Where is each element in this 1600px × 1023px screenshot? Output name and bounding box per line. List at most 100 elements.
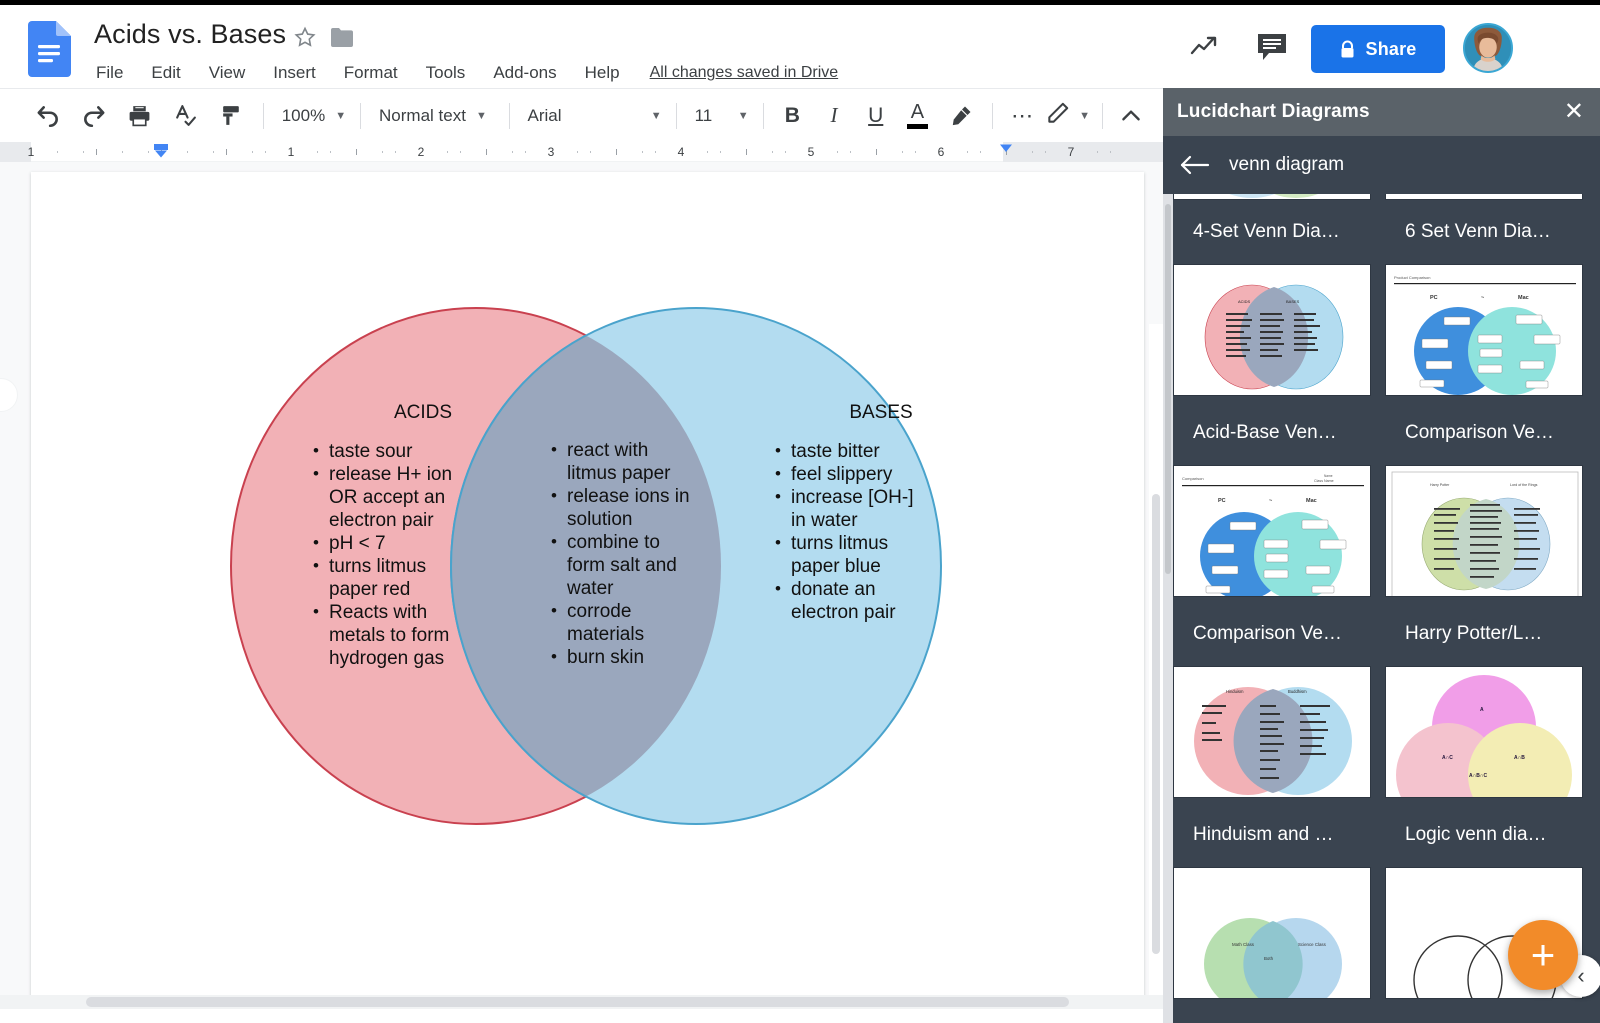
edit-mode-select[interactable]: ▼: [1045, 100, 1090, 131]
list-item: release ions in solution: [549, 484, 697, 531]
template-card[interactable]: Harry Potter Lord of the Rings Harry Pot…: [1385, 465, 1583, 670]
scrollbar-thumb[interactable]: [1165, 204, 1171, 574]
text-color-button[interactable]: A: [902, 99, 934, 133]
move-to-folder-icon[interactable]: [330, 27, 354, 48]
close-icon[interactable]: ✕: [1564, 100, 1584, 124]
lucidchart-panel: Lucidchart Diagrams ✕ venn diagram 4-Set…: [1163, 88, 1600, 1023]
more-options-button[interactable]: ⋯: [1011, 103, 1035, 129]
redo-icon[interactable]: [80, 101, 108, 131]
svg-text:BASES: BASES: [1286, 299, 1300, 304]
comment-icon[interactable]: [1255, 31, 1289, 63]
template-card[interactable]: ACIDS BASES Acid-Base Ven…: [1173, 264, 1371, 469]
font-family-select[interactable]: Arial ▼: [517, 100, 667, 132]
list-item: release H+ ion OR accept an electron pai…: [311, 462, 471, 532]
bold-button[interactable]: B: [777, 99, 809, 133]
star-icon[interactable]: [293, 25, 317, 49]
add-diagram-button[interactable]: +: [1508, 920, 1578, 990]
menu-addons[interactable]: Add-ons: [479, 60, 570, 86]
paragraph-style-select[interactable]: Normal text ▼: [369, 100, 501, 132]
template-card[interactable]: Hinduism Buddhism Hinduism and …: [1173, 666, 1371, 871]
template-card[interactable]: A A∩C A∩B A∩B∩C Logic venn dia…: [1385, 666, 1583, 871]
share-button[interactable]: Share: [1311, 25, 1445, 73]
google-docs-icon[interactable]: [27, 21, 71, 77]
svg-text:Mac: Mac: [1518, 295, 1529, 301]
menu-insert[interactable]: Insert: [259, 60, 330, 86]
undo-icon[interactable]: [34, 101, 62, 131]
menu-format[interactable]: Format: [330, 60, 412, 86]
template-label: [1385, 999, 1583, 1023]
ruler-number: 4: [677, 145, 685, 159]
chevron-down-icon: ▼: [1079, 109, 1091, 122]
toolbar-divider: [1102, 102, 1104, 129]
italic-button[interactable]: I: [818, 99, 850, 133]
paragraph-style-value: Normal text: [379, 105, 466, 125]
left-indent-marker[interactable]: [153, 143, 169, 158]
list-item: corrode materials: [549, 599, 697, 646]
search-term[interactable]: venn diagram: [1229, 154, 1344, 176]
document-outline-toggle[interactable]: [0, 378, 18, 412]
list-item: turns litmus paper blue: [773, 531, 933, 578]
svg-text:Harry Potter: Harry Potter: [1430, 483, 1450, 487]
font-size-select[interactable]: 11 ▼: [685, 100, 755, 132]
svg-text:Science Class: Science Class: [1298, 942, 1327, 947]
template-card[interactable]: 6 Set Venn Dia…: [1385, 194, 1583, 263]
panel-results-list[interactable]: set1set2set3 ABC DEF GH 4-Set Venn Dia…: [1163, 194, 1600, 1023]
print-icon[interactable]: [126, 101, 154, 131]
template-thumbnail: set1set2set3 ABC DEF GH: [1173, 194, 1371, 200]
svg-text:Hinduism: Hinduism: [1226, 689, 1244, 694]
menu-help[interactable]: Help: [571, 60, 634, 86]
document-canvas[interactable]: ACIDS taste sour release H+ ion OR accep…: [0, 162, 1163, 1023]
share-button-label: Share: [1365, 38, 1417, 59]
paint-format-icon[interactable]: [218, 101, 246, 131]
svg-text:Comparison: Comparison: [1182, 476, 1204, 481]
menu-tools[interactable]: Tools: [412, 60, 480, 86]
font-family-value: Arial: [527, 105, 562, 125]
toolbar-right-group: ▼: [1045, 99, 1163, 133]
list-item: taste bitter: [773, 439, 933, 463]
list-item: taste sour: [311, 439, 471, 463]
document-title[interactable]: Acids vs. Bases: [94, 19, 286, 50]
window-bottom-bar: [0, 1009, 1163, 1023]
toolbar-divider: [762, 102, 764, 129]
spelling-check-icon[interactable]: [172, 101, 200, 131]
activity-trend-icon[interactable]: [1188, 31, 1224, 63]
underline-button[interactable]: U: [860, 99, 892, 133]
scrollbar-thumb[interactable]: [1152, 494, 1160, 954]
venn-right-title: BASES: [849, 402, 913, 423]
template-thumbnail: Math Class Science Class Both: [1173, 867, 1371, 999]
menu-edit[interactable]: Edit: [137, 60, 194, 86]
right-indent-marker[interactable]: [998, 143, 1014, 157]
list-item: Reacts with metals to form hydrogen gas: [311, 600, 471, 670]
highlight-pen-icon[interactable]: [947, 101, 975, 131]
user-avatar[interactable]: [1463, 23, 1513, 73]
document-page[interactable]: ACIDS taste sour release H+ ion OR accep…: [31, 172, 1144, 1023]
save-status[interactable]: All changes saved in Drive: [650, 64, 839, 82]
collapse-toolbar-button[interactable]: [1111, 99, 1151, 133]
list-item: turns litmus paper red: [311, 554, 471, 601]
ruler-number: 6: [937, 145, 945, 159]
ruler[interactable]: 1 1 2 3 4 5 6 7: [0, 142, 1163, 162]
document-vertical-scrollbar[interactable]: [1149, 324, 1163, 1023]
template-thumbnail: A A∩C A∩B A∩B∩C: [1385, 666, 1583, 798]
template-label: Acid-Base Ven…: [1193, 421, 1337, 443]
svg-text:~: ~: [1269, 498, 1272, 504]
toolbar-divider: [262, 102, 264, 129]
panel-scrollbar[interactable]: [1163, 194, 1173, 1023]
template-card[interactable]: set1set2set3 ABC DEF GH 4-Set Venn Dia…: [1173, 194, 1371, 263]
list-item: increase [OH-] in water: [773, 485, 933, 532]
zoom-select[interactable]: 100% ▼: [272, 100, 352, 132]
plus-icon: +: [1530, 931, 1556, 978]
menu-view[interactable]: View: [195, 60, 260, 86]
template-card[interactable]: Math Class Science Class Both: [1173, 867, 1371, 1023]
text-color-letter: A: [910, 101, 925, 123]
list-item: combine to form salt and water: [549, 530, 697, 600]
template-card[interactable]: Comparison Name Class Name PC ~ Mac Comp…: [1173, 465, 1371, 670]
back-arrow-icon[interactable]: [1179, 151, 1211, 179]
template-card[interactable]: Product Comparison PC ~ Mac Comparison V…: [1385, 264, 1583, 469]
lock-icon: [1339, 40, 1356, 59]
panel-search-bar: venn diagram: [1163, 136, 1600, 194]
scrollbar-thumb[interactable]: [86, 997, 1069, 1007]
venn-diagram-image[interactable]: ACIDS taste sour release H+ ion OR accep…: [201, 306, 971, 826]
text-color-swatch: [906, 124, 928, 129]
menu-file[interactable]: File: [96, 60, 137, 86]
